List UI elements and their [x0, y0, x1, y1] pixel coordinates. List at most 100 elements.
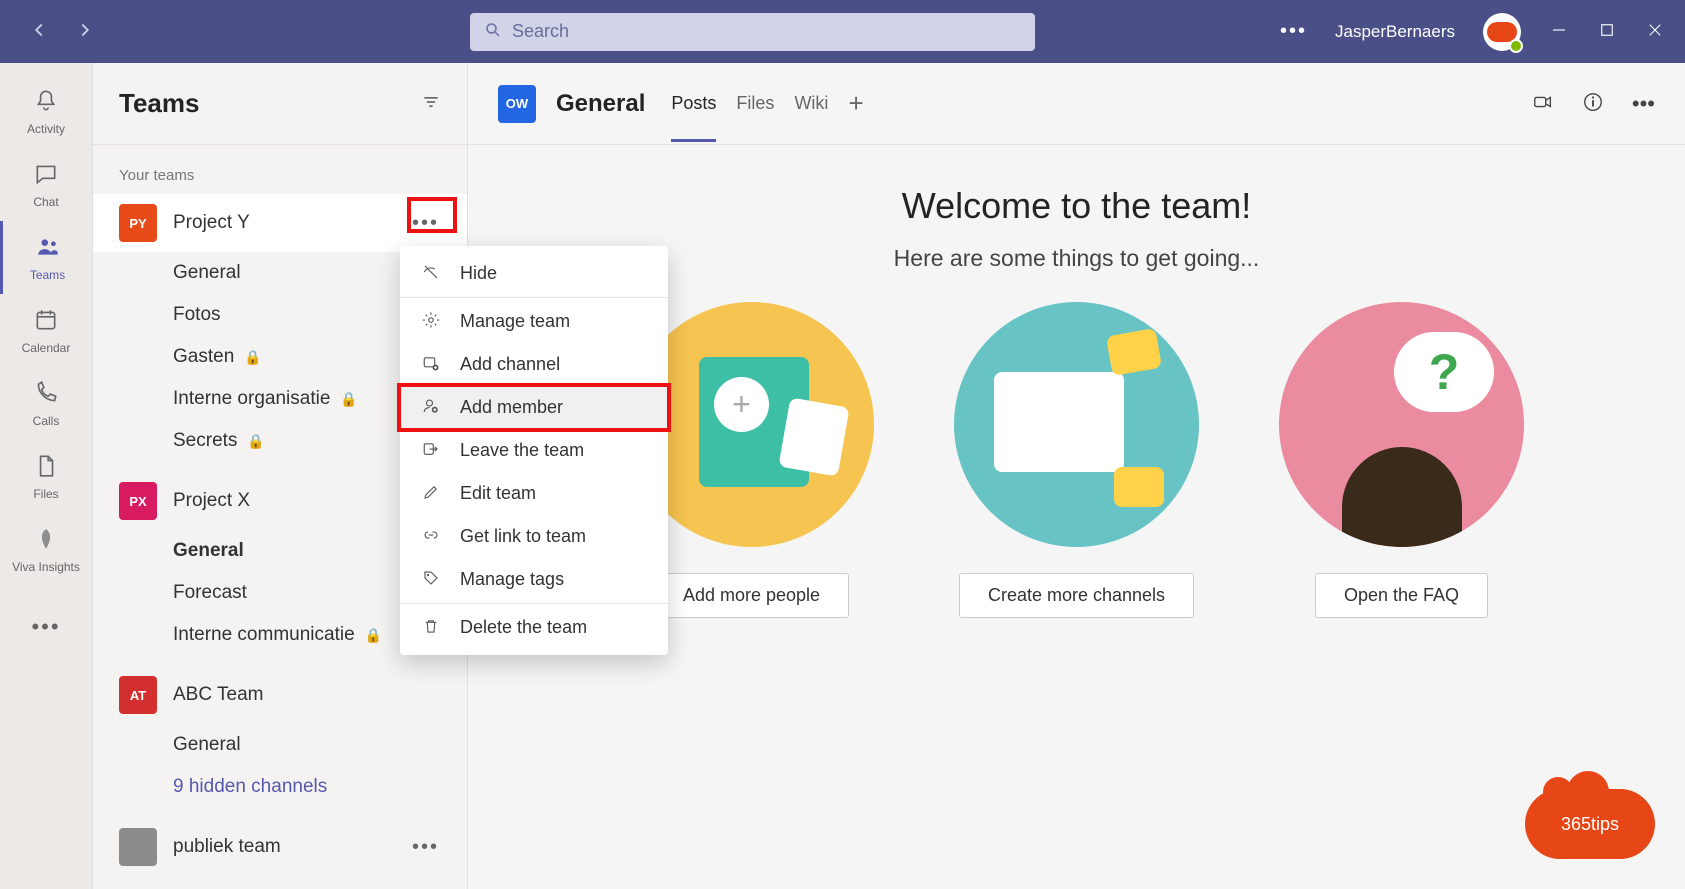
- menu-label: Edit team: [460, 483, 536, 504]
- add-people-button[interactable]: Add more people: [654, 573, 849, 618]
- menu-leave-team[interactable]: Leave the team: [400, 429, 668, 472]
- channel-title: General: [556, 90, 645, 118]
- lock-icon: 🔒: [247, 433, 264, 450]
- nav-label: Chat: [33, 195, 58, 209]
- menu-label: Get link to team: [460, 526, 586, 547]
- your-teams-label: Your teams: [93, 145, 467, 194]
- team-item-project-y[interactable]: PY Project Y •••: [93, 194, 467, 252]
- menu-label: Add member: [460, 397, 563, 418]
- info-icon[interactable]: [1582, 91, 1604, 117]
- maximize-button[interactable]: [1597, 21, 1617, 42]
- pencil-icon: [420, 483, 442, 504]
- nav-calls[interactable]: Calls: [0, 367, 92, 440]
- card-illustration-channels: [954, 302, 1199, 547]
- hidden-channels-link[interactable]: 9 hidden channels: [93, 766, 467, 808]
- menu-get-link[interactable]: Get link to team: [400, 515, 668, 558]
- teams-icon: [35, 233, 61, 264]
- channel-label: Forecast: [173, 582, 247, 604]
- tab-files[interactable]: Files: [736, 65, 774, 142]
- more-options-icon[interactable]: •••: [1632, 91, 1655, 117]
- nav-viva-insights[interactable]: Viva Insights: [0, 513, 92, 586]
- badge-365tips: 365tips: [1525, 789, 1655, 859]
- menu-divider: [400, 297, 668, 298]
- menu-label: Manage tags: [460, 569, 564, 590]
- menu-edit-team[interactable]: Edit team: [400, 472, 668, 515]
- welcome-title: Welcome to the team!: [498, 185, 1655, 227]
- card-create-channels: Create more channels: [954, 302, 1199, 618]
- channel-label: Fotos: [173, 304, 221, 326]
- team-item-publiek[interactable]: publiek team •••: [93, 818, 467, 876]
- titlebar-more-icon[interactable]: •••: [1280, 20, 1307, 43]
- channel-label: Interne communicatie: [173, 624, 355, 646]
- channel-header: OW General Posts Files Wiki + •••: [468, 63, 1685, 145]
- team-item-abc[interactable]: AT ABC Team: [93, 666, 467, 724]
- team-more-button[interactable]: •••: [404, 208, 447, 239]
- menu-delete-team[interactable]: Delete the team: [400, 606, 668, 649]
- forward-button[interactable]: [74, 19, 96, 45]
- menu-label: Delete the team: [460, 617, 587, 638]
- chat-icon: [33, 160, 59, 191]
- user-avatar[interactable]: [1483, 13, 1521, 51]
- phone-icon: [33, 379, 59, 410]
- menu-divider: [400, 603, 668, 604]
- nav-teams[interactable]: Teams: [0, 221, 92, 294]
- lock-icon: 🔒: [340, 391, 357, 408]
- filter-icon[interactable]: [421, 92, 441, 116]
- trash-icon: [420, 617, 442, 638]
- file-icon: [33, 452, 59, 483]
- menu-label: Hide: [460, 263, 497, 284]
- nav-more-button[interactable]: •••: [0, 604, 92, 650]
- nav-calendar[interactable]: Calendar: [0, 294, 92, 367]
- nav-rail: Activity Chat Teams Calendar Calls Files…: [0, 63, 93, 889]
- titlebar-right: ••• JasperBernaers: [1280, 13, 1665, 51]
- link-icon: [420, 526, 442, 547]
- video-call-icon[interactable]: [1532, 91, 1554, 117]
- bell-icon: [33, 87, 59, 118]
- menu-manage-tags[interactable]: Manage tags: [400, 558, 668, 601]
- menu-hide[interactable]: Hide: [400, 252, 668, 295]
- channel-label: General: [173, 734, 241, 756]
- menu-add-channel[interactable]: Add channel: [400, 343, 668, 386]
- menu-label: Add channel: [460, 354, 560, 375]
- nav-activity[interactable]: Activity: [0, 75, 92, 148]
- menu-label: Leave the team: [460, 440, 584, 461]
- nav-files[interactable]: Files: [0, 440, 92, 513]
- nav-chat[interactable]: Chat: [0, 148, 92, 221]
- close-button[interactable]: [1645, 21, 1665, 42]
- channel-header-right: •••: [1532, 91, 1655, 117]
- channel-general-abc[interactable]: General: [93, 724, 467, 766]
- nav-label: Activity: [27, 122, 65, 136]
- team-avatar: AT: [119, 676, 157, 714]
- create-channels-button[interactable]: Create more channels: [959, 573, 1194, 618]
- nav-label: Files: [33, 487, 58, 501]
- welcome-subtitle: Here are some things to get going...: [498, 245, 1655, 272]
- menu-add-member[interactable]: Add member: [400, 386, 668, 429]
- search-bar[interactable]: [470, 13, 1035, 51]
- back-button[interactable]: [28, 19, 50, 45]
- search-input[interactable]: [512, 21, 1021, 42]
- nav-arrows: [28, 19, 96, 45]
- sidebar-title: Teams: [119, 88, 199, 119]
- team-name: Project Y: [173, 212, 404, 234]
- open-faq-button[interactable]: Open the FAQ: [1315, 573, 1488, 618]
- search-icon: [484, 21, 502, 42]
- tab-wiki[interactable]: Wiki: [794, 65, 828, 142]
- menu-manage-team[interactable]: Manage team: [400, 300, 668, 343]
- sidebar-header: Teams: [93, 63, 467, 145]
- tab-posts[interactable]: Posts: [671, 65, 716, 142]
- face-illustration: [1342, 447, 1462, 547]
- leave-icon: [420, 440, 442, 461]
- gear-icon: [420, 311, 442, 332]
- team-more-button[interactable]: •••: [404, 832, 447, 863]
- welcome-cards: + Add more people Create more channels ?…: [498, 302, 1655, 618]
- lock-icon: 🔒: [365, 627, 382, 644]
- minimize-button[interactable]: [1549, 21, 1569, 42]
- nav-label: Calls: [33, 414, 60, 428]
- titlebar: ••• JasperBernaers: [0, 0, 1685, 63]
- add-tab-button[interactable]: +: [848, 88, 863, 119]
- team-context-menu: Hide Manage team Add channel Add member …: [400, 246, 668, 655]
- hide-icon: [420, 263, 442, 284]
- team-avatar: PX: [119, 482, 157, 520]
- nav-label: Calendar: [22, 341, 71, 355]
- team-avatar: [119, 828, 157, 866]
